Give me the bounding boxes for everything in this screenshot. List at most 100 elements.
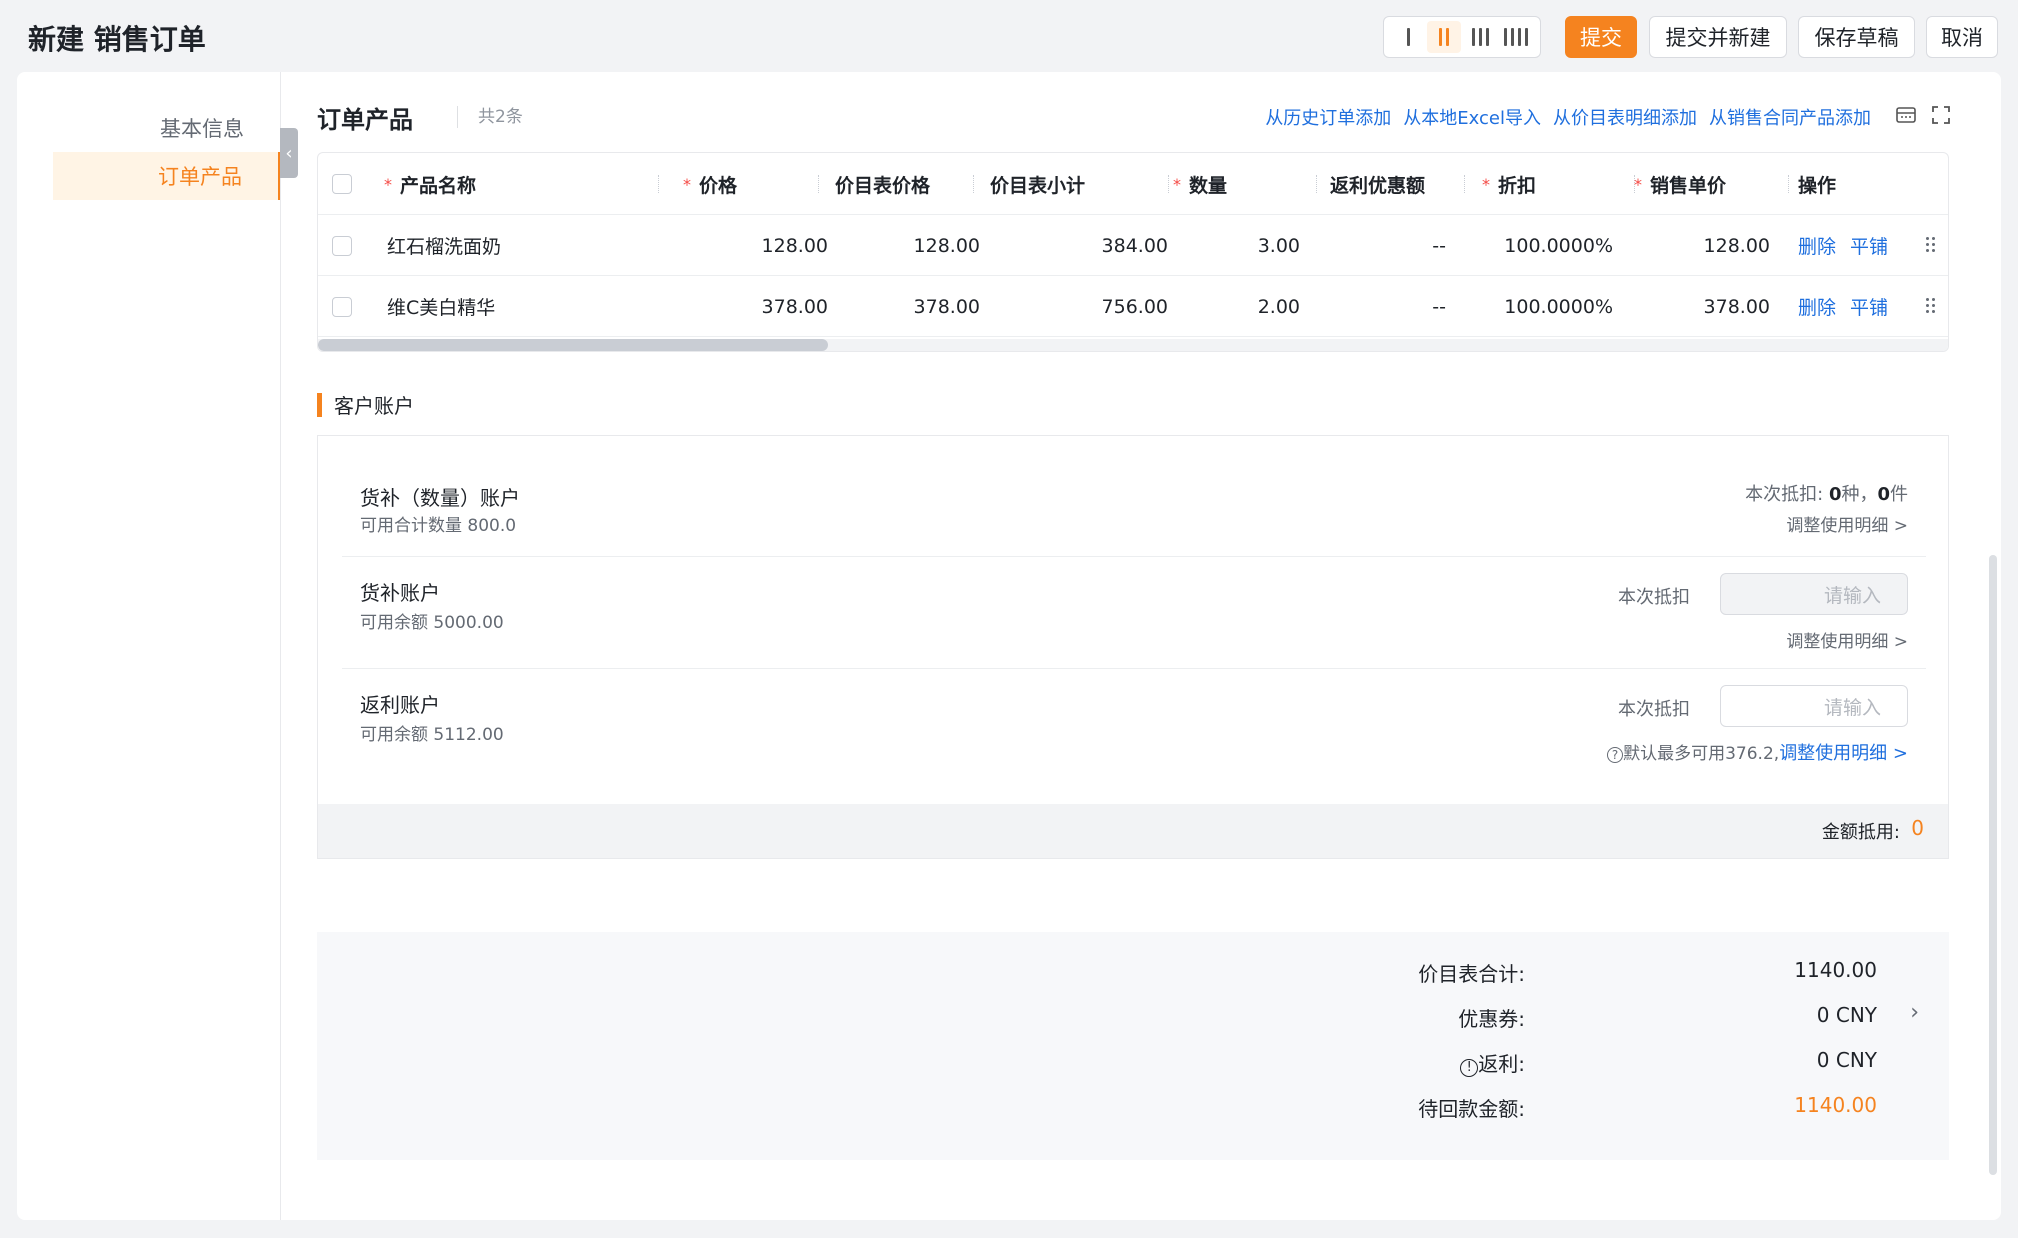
fullscreen-icon[interactable] xyxy=(1930,104,1952,126)
delete-button[interactable]: 删除 xyxy=(1798,293,1836,320)
row-operations: 删除 平铺 xyxy=(1798,276,1902,337)
order-summary: 价目表合计: 1140.00 优惠券: 0 CNY › ! 返利: 0 CNY 待… xyxy=(317,932,1949,1160)
side-nav: 基本信息 订单产品 xyxy=(17,72,281,1220)
order-products-table: * 产品名称 * 价格 价目表价格 价目表小计 * 数量 返利优惠额 * 折扣 * 销售单… xyxy=(317,152,1949,352)
col-qty: * 数量 xyxy=(1173,174,1228,197)
quantity: 3.00 xyxy=(1257,234,1300,257)
account-name: 返利账户 xyxy=(360,693,440,717)
col-rebate: 返利优惠额 xyxy=(1330,174,1426,197)
col-discount: * 折扣 xyxy=(1482,174,1537,197)
adjust-usage-link[interactable]: 调整使用明细 > xyxy=(1786,627,1908,652)
tile-button[interactable]: 平铺 xyxy=(1850,232,1888,259)
account-available: 可用合计数量 800.0 xyxy=(360,516,517,536)
product-name: 维C美白精华 xyxy=(387,297,496,319)
drag-handle-icon[interactable] xyxy=(1926,296,1938,316)
deduction-summary: 本次抵扣: 0种，0件 xyxy=(1745,484,1908,505)
col-operation: 操作 xyxy=(1798,174,1837,197)
adjust-usage-link[interactable]: 调整使用明细 > xyxy=(1779,743,1908,764)
col-price: * 价格 xyxy=(683,174,738,197)
list-price: 128.00 xyxy=(913,234,980,257)
import-excel-link[interactable]: 从本地Excel导入 xyxy=(1403,104,1541,130)
row-operations: 删除 平铺 xyxy=(1798,215,1902,276)
account-available: 可用余额 5000.00 xyxy=(360,613,504,633)
pending-payment-value: 1140.00 xyxy=(1794,1093,1877,1117)
save-draft-button[interactable]: 保存草稿 xyxy=(1798,16,1915,58)
quantity: 2.00 xyxy=(1257,295,1300,318)
account-footer: 金额抵用: 0 xyxy=(318,804,1948,858)
list-subtotal: 756.00 xyxy=(1101,295,1168,318)
rebate-amount: -- xyxy=(1432,295,1446,318)
customer-account-title: 客户账户 xyxy=(334,394,414,418)
cancel-button[interactable]: 取消 xyxy=(1926,16,1998,58)
layout-3-col-icon[interactable] xyxy=(1463,21,1497,53)
deduct-label: 本次抵扣 xyxy=(1618,699,1690,720)
price: 378.00 xyxy=(761,295,828,318)
rebate-value: 0 CNY xyxy=(1816,1048,1877,1072)
add-from-pricelist-link[interactable]: 从价目表明细添加 xyxy=(1553,104,1697,130)
page-scrollbar[interactable] xyxy=(1989,555,1997,1175)
add-from-contract-link[interactable]: 从销售合同产品添加 xyxy=(1709,104,1871,130)
layout-1-col-icon[interactable] xyxy=(1391,21,1425,53)
unit-price: 128.00 xyxy=(1703,234,1770,257)
table-row: 维C美白精华 378.00 378.00 756.00 2.00 -- 100.… xyxy=(318,276,1948,337)
col-list-subtotal: 价目表小计 xyxy=(990,174,1086,197)
amount-deducted-value: 0 xyxy=(1911,816,1924,840)
delete-button[interactable]: 删除 xyxy=(1798,232,1836,259)
select-all-checkbox[interactable] xyxy=(332,153,352,215)
tile-button[interactable]: 平铺 xyxy=(1850,293,1888,320)
table-scrollbar-thumb[interactable] xyxy=(318,339,828,351)
account-name: 货补（数量）账户 xyxy=(360,486,520,510)
account-name: 货补账户 xyxy=(360,581,440,605)
drag-handle-icon[interactable] xyxy=(1926,235,1938,255)
sidebar-item-order-products[interactable]: 订单产品 xyxy=(53,152,280,200)
order-products-actions: 从历史订单添加 从本地Excel导入 从价目表明细添加 从销售合同产品添加 xyxy=(1265,104,1871,130)
rebate-hint: ? 默认最多可用376.2,调整使用明细 > xyxy=(1607,739,1908,765)
info-icon: ? xyxy=(1607,747,1624,763)
col-product-name: * 产品名称 xyxy=(384,174,477,197)
customer-account-header: 客户账户 xyxy=(317,390,414,419)
row-checkbox[interactable] xyxy=(332,215,352,276)
table-row: 红石榴洗面奶 128.00 128.00 384.00 3.00 -- 100.… xyxy=(318,215,1948,276)
unit-price: 378.00 xyxy=(1703,295,1770,318)
col-list-price: 价目表价格 xyxy=(835,174,931,197)
goods-deduct-input[interactable]: 请输入 xyxy=(1720,573,1908,615)
pricelist-total-value: 1140.00 xyxy=(1794,958,1877,982)
discount: 100.0000% xyxy=(1504,234,1613,257)
table-header-row: * 产品名称 * 价格 价目表价格 价目表小计 * 数量 返利优惠额 * 折扣 * 销售单… xyxy=(318,153,1948,215)
info-icon: ! xyxy=(1460,1059,1479,1077)
add-from-history-link[interactable]: 从历史订单添加 xyxy=(1265,104,1391,130)
layout-2-col-icon[interactable] xyxy=(1427,21,1461,53)
pricelist-total-label: 价目表合计: xyxy=(1418,962,1525,986)
price: 128.00 xyxy=(761,234,828,257)
deduct-label: 本次抵扣 xyxy=(1618,587,1690,608)
order-products-title: 订单产品 xyxy=(317,106,413,134)
rebate-deduct-input[interactable]: 请输入 xyxy=(1720,685,1908,727)
order-products-count: 共2条 xyxy=(457,106,523,128)
adjust-usage-link[interactable]: 调整使用明细 > xyxy=(1786,511,1908,536)
account-row-goods: 货补账户 可用余额 5000.00 本次抵扣 请输入 调整使用明细 > xyxy=(342,557,1926,669)
chevron-right-icon[interactable]: › xyxy=(1910,1000,1919,1025)
layout-switch xyxy=(1383,16,1541,58)
pending-payment-label: 待回款金额: xyxy=(1418,1097,1525,1121)
submit-new-button[interactable]: 提交并新建 xyxy=(1649,16,1787,58)
customer-account-box: 货补（数量）账户 可用合计数量 800.0 本次抵扣: 0种，0件 调整使用明细… xyxy=(317,435,1949,859)
coupon-label: 优惠券: xyxy=(1458,1007,1525,1031)
rebate-label: ! 返利: xyxy=(1460,1048,1525,1077)
account-available: 可用余额 5112.00 xyxy=(360,725,504,745)
collapse-icon[interactable]: ‹ xyxy=(280,128,298,178)
account-row-goods-qty: 货补（数量）账户 可用合计数量 800.0 本次抵扣: 0种，0件 调整使用明细… xyxy=(342,436,1926,557)
page-title: 新建 销售订单 xyxy=(28,23,206,56)
row-checkbox[interactable] xyxy=(332,276,352,337)
amount-deducted-label: 金额抵用: xyxy=(1821,822,1900,843)
layout-4-col-icon[interactable] xyxy=(1499,21,1533,53)
product-name: 红石榴洗面奶 xyxy=(387,236,502,258)
sidebar-item-basic-info[interactable]: 基本信息 xyxy=(53,104,280,152)
account-row-rebate: 返利账户 可用余额 5112.00 本次抵扣 请输入 ? 默认最多可用376.2,… xyxy=(342,669,1926,804)
submit-button[interactable]: 提交 xyxy=(1565,16,1637,58)
column-settings-icon[interactable] xyxy=(1895,104,1917,126)
discount: 100.0000% xyxy=(1504,295,1613,318)
main-card: 基本信息 订单产品 ‹ 订单产品 共2条 从历史订单添加 从本地Excel导入 … xyxy=(17,72,2001,1220)
top-bar: 新建 销售订单 提交 提交并新建 保存草稿 取消 xyxy=(0,0,2018,72)
list-price: 378.00 xyxy=(913,295,980,318)
coupon-value: 0 CNY xyxy=(1816,1003,1877,1027)
